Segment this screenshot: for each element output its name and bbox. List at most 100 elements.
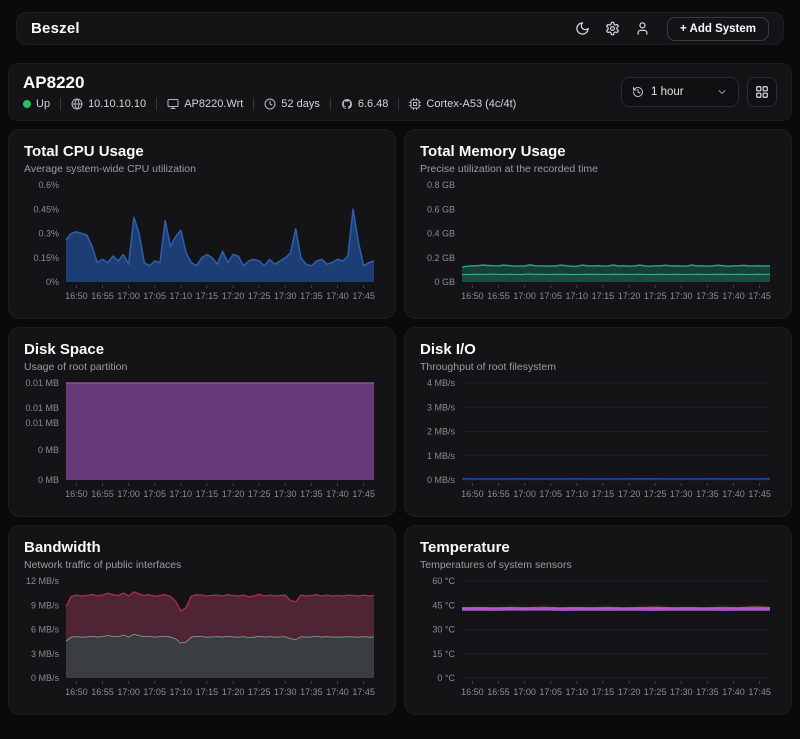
svg-text:17:45: 17:45	[748, 687, 771, 697]
chart-card-bandwidth: Bandwidth Network traffic of public inte…	[8, 525, 396, 715]
svg-text:17:35: 17:35	[696, 291, 719, 301]
disk-io-chart[interactable]: 0 MB/s1 MB/s2 MB/s3 MB/s4 MB/s16:5016:55…	[420, 378, 776, 513]
navbar-actions: + Add System	[569, 16, 769, 42]
svg-text:16:55: 16:55	[91, 489, 114, 499]
svg-text:17:30: 17:30	[274, 489, 297, 499]
status-dot	[23, 100, 31, 108]
svg-text:0 MB: 0 MB	[38, 445, 59, 455]
svg-text:17:35: 17:35	[300, 489, 323, 499]
svg-text:3 MB/s: 3 MB/s	[427, 402, 456, 412]
chart-subtitle: Network traffic of public interfaces	[24, 559, 380, 571]
svg-text:16:50: 16:50	[65, 687, 88, 697]
system-header: AP8220 Up 10.10.10.10 AP8220.Wrt 52 days…	[8, 63, 792, 121]
svg-text:17:05: 17:05	[539, 489, 562, 499]
svg-text:17:35: 17:35	[696, 687, 719, 697]
status-label: Up	[36, 98, 50, 110]
svg-text:17:45: 17:45	[352, 291, 375, 301]
svg-text:17:30: 17:30	[670, 687, 693, 697]
svg-text:9 MB/s: 9 MB/s	[31, 600, 60, 610]
svg-text:17:20: 17:20	[222, 687, 245, 697]
moon-icon	[575, 21, 590, 36]
svg-text:17:40: 17:40	[326, 291, 349, 301]
svg-text:17:25: 17:25	[644, 489, 667, 499]
time-range-value: 1 hour	[651, 86, 684, 98]
svg-text:17:10: 17:10	[566, 489, 589, 499]
svg-text:17:20: 17:20	[222, 291, 245, 301]
svg-text:17:20: 17:20	[222, 489, 245, 499]
svg-text:17:15: 17:15	[196, 687, 219, 697]
svg-text:30 °C: 30 °C	[432, 625, 455, 635]
svg-text:0.2 GB: 0.2 GB	[427, 253, 455, 263]
svg-text:60 °C: 60 °C	[432, 576, 455, 586]
svg-text:17:40: 17:40	[722, 489, 745, 499]
grid-view-button[interactable]	[747, 77, 777, 107]
chart-card-cpu: Total CPU Usage Average system-wide CPU …	[8, 129, 396, 319]
svg-text:17:40: 17:40	[326, 489, 349, 499]
svg-text:0.3%: 0.3%	[38, 229, 59, 239]
svg-text:17:10: 17:10	[170, 489, 193, 499]
svg-text:3 MB/s: 3 MB/s	[31, 649, 60, 659]
chevron-down-icon	[716, 86, 728, 98]
bandwidth-chart[interactable]: 0 MB/s3 MB/s6 MB/s9 MB/s12 MB/s16:5016:5…	[24, 576, 380, 711]
svg-text:17:20: 17:20	[618, 291, 641, 301]
cpu-icon	[409, 98, 421, 110]
chart-title: Disk I/O	[420, 341, 776, 358]
monitor-icon	[167, 98, 179, 110]
svg-text:17:30: 17:30	[670, 489, 693, 499]
svg-text:17:20: 17:20	[618, 489, 641, 499]
disk-space-chart[interactable]: 0 MB0 MB0.01 MB0.01 MB0.01 MB16:5016:551…	[24, 378, 380, 513]
svg-text:16:55: 16:55	[487, 489, 510, 499]
theme-toggle-button[interactable]	[569, 16, 595, 42]
svg-text:2 MB/s: 2 MB/s	[427, 427, 456, 437]
svg-text:17:00: 17:00	[513, 489, 536, 499]
clock-icon	[264, 98, 276, 110]
svg-text:0.4 GB: 0.4 GB	[427, 229, 455, 239]
memory-usage-chart[interactable]: 0 GB0.2 GB0.4 GB0.6 GB0.8 GB16:5016:5517…	[420, 180, 776, 315]
svg-text:17:25: 17:25	[248, 291, 271, 301]
system-hostname: AP8220.Wrt	[156, 98, 253, 110]
svg-text:17:40: 17:40	[722, 687, 745, 697]
svg-text:1 MB/s: 1 MB/s	[427, 451, 456, 461]
svg-text:17:25: 17:25	[644, 291, 667, 301]
chart-title: Bandwidth	[24, 539, 380, 556]
chart-subtitle: Throughput of root filesystem	[420, 361, 776, 373]
svg-text:16:50: 16:50	[461, 291, 484, 301]
svg-text:17:35: 17:35	[696, 489, 719, 499]
chart-svg: 0 MB0 MB0.01 MB0.01 MB0.01 MB16:5016:551…	[24, 378, 380, 508]
charts-grid: Total CPU Usage Average system-wide CPU …	[8, 129, 792, 715]
cpu-usage-chart[interactable]: 0%0.15%0.3%0.45%0.6%16:5016:5517:0017:05…	[24, 180, 380, 315]
svg-text:16:55: 16:55	[487, 291, 510, 301]
svg-text:17:00: 17:00	[117, 489, 140, 499]
chart-title: Total CPU Usage	[24, 143, 380, 160]
temperature-chart[interactable]: 0 °C15 °C30 °C45 °C60 °C16:5016:5517:001…	[420, 576, 776, 711]
settings-button[interactable]	[599, 16, 625, 42]
svg-text:17:10: 17:10	[566, 291, 589, 301]
svg-text:0 MB/s: 0 MB/s	[427, 475, 456, 485]
svg-text:16:50: 16:50	[461, 489, 484, 499]
svg-text:17:05: 17:05	[539, 687, 562, 697]
svg-text:17:15: 17:15	[592, 687, 615, 697]
svg-text:6 MB/s: 6 MB/s	[31, 625, 60, 635]
svg-text:17:45: 17:45	[748, 489, 771, 499]
chart-card-disk-io: Disk I/O Throughput of root filesystem 0…	[404, 327, 792, 517]
github-icon	[341, 98, 353, 110]
user-button[interactable]	[629, 16, 655, 42]
svg-text:17:05: 17:05	[143, 291, 166, 301]
system-name: AP8220	[23, 73, 526, 93]
svg-text:17:25: 17:25	[248, 687, 271, 697]
svg-text:17:30: 17:30	[274, 291, 297, 301]
app-logo[interactable]: Beszel	[31, 20, 80, 37]
system-chip: Cortex-A53 (4c/4t)	[398, 98, 526, 110]
svg-text:16:50: 16:50	[65, 489, 88, 499]
svg-text:17:00: 17:00	[117, 687, 140, 697]
svg-text:0.01 MB: 0.01 MB	[25, 418, 59, 428]
header-controls: 1 hour	[621, 77, 777, 107]
system-uptime: 52 days	[253, 98, 330, 110]
svg-text:0%: 0%	[46, 277, 59, 287]
time-range-select[interactable]: 1 hour	[621, 77, 739, 107]
chart-title: Temperature	[420, 539, 776, 556]
add-system-button[interactable]: + Add System	[667, 17, 769, 41]
chart-card-temperature: Temperature Temperatures of system senso…	[404, 525, 792, 715]
svg-text:0 MB/s: 0 MB/s	[31, 673, 60, 683]
agent-version: 6.6.48	[330, 98, 399, 110]
